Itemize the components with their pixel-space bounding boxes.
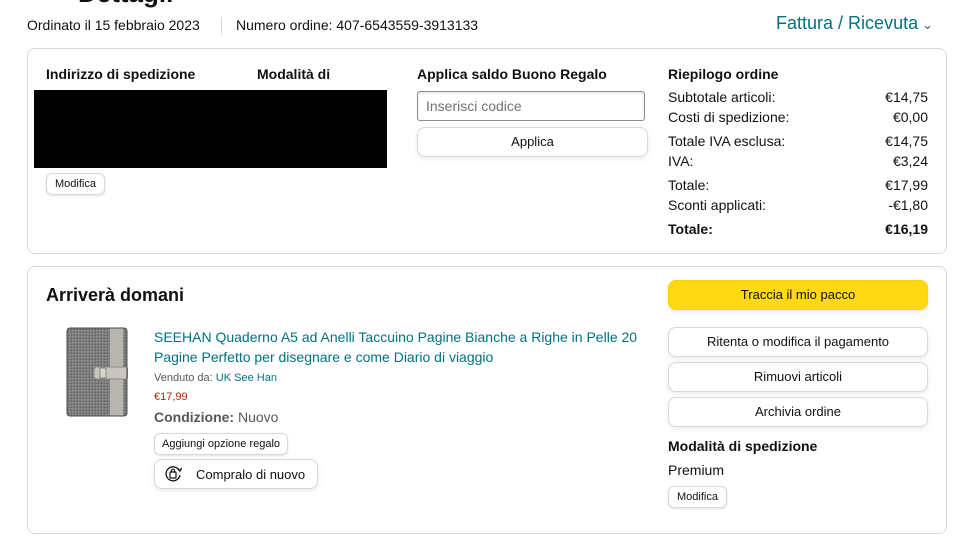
archive-order-button[interactable]: Archivia ordine	[668, 397, 928, 427]
order-summary-card: Indirizzo di spedizione Modalità di Modi…	[27, 48, 947, 254]
summary-label: Sconti applicati:	[668, 197, 767, 213]
summary-row-subtotal: Subtotale articoli: €14,75	[668, 89, 928, 105]
gift-card-heading: Applica saldo Buono Regalo	[417, 66, 607, 82]
product-title-link[interactable]: SEEHAN Quaderno A5 ad Anelli Taccuino Pa…	[154, 327, 644, 367]
chevron-down-icon: ⌄	[922, 17, 933, 32]
edit-address-button[interactable]: Modifica	[46, 173, 105, 195]
product-thumbnail[interactable]	[66, 327, 128, 417]
shipping-method-heading: Modalità di spedizione	[668, 438, 818, 454]
shipping-address-heading: Indirizzo di spedizione	[46, 66, 196, 82]
summary-row-vat: IVA: €3,24	[668, 153, 928, 169]
sold-by-label: Venduto da:	[154, 372, 213, 384]
product-condition: Condizione: Nuovo	[154, 409, 278, 425]
invoice-link-label[interactable]: Fattura / Ricevuta	[776, 13, 918, 33]
track-package-button[interactable]: Traccia il mio pacco	[668, 280, 928, 310]
summary-row-discounts: Sconti applicati: -€1,80	[668, 197, 928, 213]
buy-again-button[interactable]: Compralo di nuovo	[154, 459, 318, 489]
summary-label: Totale IVA esclusa:	[668, 133, 786, 149]
summary-label: Totale:	[668, 177, 710, 193]
summary-value: €0,00	[892, 109, 928, 125]
summary-label: Subtotale articoli:	[668, 89, 776, 105]
apply-button[interactable]: Applica	[417, 127, 648, 157]
condition-label: Condizione:	[154, 409, 235, 425]
shipping-method-value: Premium	[668, 462, 725, 478]
seller-link[interactable]: UK See Han	[216, 372, 277, 384]
summary-value: €14,75	[885, 133, 928, 149]
order-date: Ordinato il 15 febbraio 2023	[27, 17, 200, 33]
condition-value: Nuovo	[238, 409, 279, 425]
invoice-link[interactable]: Fattura / Ricevuta ⌄	[776, 13, 933, 34]
sold-by: Venduto da: UK See Han	[154, 372, 277, 384]
summary-value: €16,19	[885, 221, 928, 237]
buy-again-icon	[165, 466, 183, 482]
summary-value: €3,24	[892, 153, 928, 169]
redacted-address	[34, 90, 387, 168]
add-gift-option-button[interactable]: Aggiungi opzione regalo	[154, 433, 289, 455]
summary-label: IVA:	[668, 153, 694, 169]
summary-label: Costi di spedizione:	[668, 109, 790, 125]
gift-code-input[interactable]	[417, 91, 645, 121]
summary-label: Totale:	[668, 221, 713, 237]
product-price: €17,99	[154, 391, 188, 403]
summary-value: -€1,80	[888, 197, 928, 213]
page-title: Dettagli	[78, 0, 173, 9]
summary-value: €17,99	[885, 177, 928, 193]
retry-payment-button[interactable]: Ritenta o modifica il pagamento	[668, 327, 928, 357]
meta-divider	[221, 17, 222, 35]
summary-row-grand-total: Totale: €16,19	[668, 221, 928, 237]
order-number: Numero ordine: 407-6543559-3913133	[236, 17, 479, 33]
summary-row-total: Totale: €17,99	[668, 177, 928, 193]
buy-again-label[interactable]: Compralo di nuovo	[196, 467, 305, 482]
shipment-card: Arriverà domani SEEHAN Quaderno A5 ad An…	[27, 266, 947, 534]
order-summary-heading: Riepilogo ordine	[668, 66, 779, 82]
summary-value: €14,75	[885, 89, 928, 105]
remove-items-button[interactable]: Rimuovi articoli	[668, 362, 928, 392]
delivery-status: Arriverà domani	[46, 285, 185, 305]
shipping-method-heading: Modalità di	[257, 66, 331, 82]
summary-row-total-excl-vat: Totale IVA esclusa: €14,75	[668, 133, 928, 149]
summary-row-shipping: Costi di spedizione: €0,00	[668, 109, 928, 125]
edit-shipping-method-button[interactable]: Modifica	[668, 486, 727, 508]
